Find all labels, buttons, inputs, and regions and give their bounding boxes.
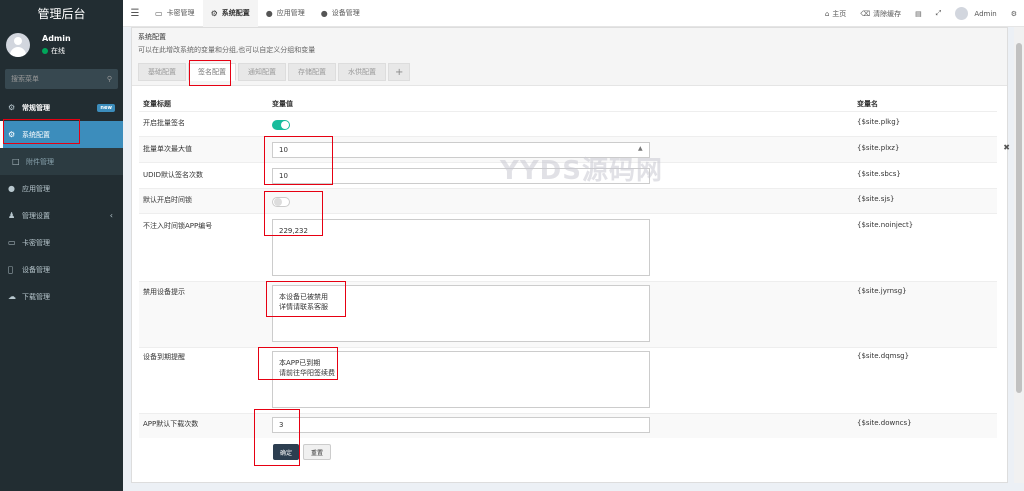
sidebar-item-cards[interactable]: ▭ 卡密管理: [0, 229, 123, 256]
tab-system-config[interactable]: ⚙ 系统配置: [202, 0, 258, 27]
users-icon: ♟: [8, 211, 16, 220]
row-var: {$site.plkg}: [857, 118, 901, 126]
card-icon: ▭: [155, 8, 163, 18]
row-label: 设备到期提醒: [143, 353, 185, 361]
highlight-box: [264, 191, 323, 236]
row-label: UDID默认签名次数: [143, 171, 203, 179]
highlight-box: [189, 60, 231, 86]
card-icon: ▭: [8, 238, 16, 247]
cloud-download-icon: ☁: [8, 292, 16, 301]
gear-icon: ⚙: [210, 8, 218, 18]
tab-water-config[interactable]: 水供配置: [338, 63, 386, 81]
fullscreen-icon[interactable]: ⤢: [929, 9, 949, 18]
scrollbar-thumb[interactable]: [1016, 43, 1022, 393]
user-status: 在线: [42, 46, 71, 56]
menu-search-input[interactable]: 搜索菜单 ⚲: [5, 69, 118, 89]
tab-storage-config[interactable]: 存储配置: [288, 63, 336, 81]
translate-icon[interactable]: ▤: [908, 10, 929, 18]
panel-header: 系统配置 可以在此增改系统的变量和分组,也可以自定义分组和变量 基础配置 签名配…: [132, 28, 1007, 86]
menu-toggle-icon[interactable]: ☰: [123, 8, 147, 19]
avatar: [955, 7, 969, 20]
batch-sign-toggle[interactable]: [272, 120, 290, 130]
tab-devices[interactable]: ● 设备管理: [313, 0, 368, 27]
home-link[interactable]: ⌂ 主页: [818, 9, 853, 19]
home-icon: ⌂: [824, 9, 830, 18]
scrollbar[interactable]: [1014, 27, 1024, 483]
settings-gear-icon[interactable]: ⚙: [1004, 10, 1024, 18]
highlight-box: [258, 347, 338, 380]
tab-apps[interactable]: ● 应用管理: [258, 0, 313, 27]
watermark: YYDS源码网: [500, 156, 663, 186]
no-inject-app-textarea[interactable]: 229,232: [272, 219, 650, 276]
highlight-box: [3, 119, 80, 144]
row-var: {$site.downcs}: [857, 419, 912, 427]
highlight-box: [266, 281, 346, 317]
header-title: 变量标题: [143, 100, 171, 108]
sidebar-item-admin-settings[interactable]: ♟ 管理设置 ‹: [0, 202, 123, 229]
online-dot-icon: [42, 48, 48, 54]
highlight-box: [264, 136, 333, 185]
delete-icon[interactable]: ✖: [1003, 143, 1010, 152]
tab-cards[interactable]: ▭ 卡密管理: [147, 0, 203, 27]
new-badge: new: [97, 103, 115, 112]
download-count-input[interactable]: 3: [272, 417, 650, 433]
row-var: {$site.noinject}: [857, 221, 914, 229]
cogs-icon: ⚙: [8, 103, 16, 112]
config-tabs: 基础配置 签名配置 通知配置 存储配置 水供配置 +: [138, 63, 1001, 81]
search-icon[interactable]: ⚲: [107, 75, 112, 83]
row-label: APP默认下载次数: [143, 420, 199, 428]
app-title: 管理后台: [0, 0, 123, 27]
row-label: 开启批量签名: [143, 119, 185, 127]
panel-title: 系统配置: [138, 33, 166, 41]
tab-basic-config[interactable]: 基础配置: [138, 63, 186, 81]
apple-icon: : [8, 265, 18, 274]
highlight-box: [254, 409, 300, 466]
circle-icon: ●: [265, 8, 273, 18]
header-name: 变量名: [857, 100, 878, 108]
row-label: 不注入时间锁APP编号: [143, 222, 213, 230]
row-label: 默认开启时间锁: [143, 196, 192, 204]
reset-button[interactable]: 重置: [303, 444, 332, 460]
clear-cache-button[interactable]: ⌫ 清除缓存: [853, 9, 908, 19]
row-var: {$site.dqmsg}: [857, 352, 910, 360]
tab-notify-config[interactable]: 通知配置: [238, 63, 286, 81]
user-name: Admin: [42, 34, 71, 43]
file-icon: □: [12, 157, 20, 166]
row-var: {$site.plxz}: [857, 144, 900, 152]
row-var: {$site.jyrnsg}: [857, 287, 907, 295]
row-var: {$site.sjs}: [857, 195, 895, 203]
row-var: {$site.sbcs}: [857, 170, 901, 178]
chevron-left-icon: ‹: [109, 211, 113, 220]
row-label: 禁用设备提示: [143, 288, 185, 296]
avatar: [6, 33, 30, 57]
sidebar: 管理后台 Admin 在线 搜索菜单 ⚲ ⚙ 常规管理 new ⚙ 系统配置 □…: [0, 0, 123, 491]
row-label: 批量单次最大值: [143, 145, 192, 153]
header-value: 变量值: [272, 100, 293, 108]
sidebar-item-downloads[interactable]: ☁ 下载管理: [0, 283, 123, 310]
sidebar-item-general[interactable]: ⚙ 常规管理 new: [0, 94, 123, 121]
trash-icon: ⌫: [860, 9, 871, 18]
sidebar-item-attachments[interactable]: □ 附件管理: [0, 148, 123, 175]
sidebar-item-apps[interactable]: ● 应用管理: [0, 175, 123, 202]
panel-description: 可以在此增改系统的变量和分组,也可以自定义分组和变量: [138, 46, 316, 54]
top-navbar: ☰ ▭ 卡密管理 ⚙ 系统配置 ● 应用管理 ● 设备管理 ⌂ 主页 ⌫ 清除缓…: [123, 0, 1024, 27]
user-menu[interactable]: Admin: [948, 7, 1003, 20]
user-panel: Admin 在线: [0, 27, 123, 63]
top-right-actions: ⌂ 主页 ⌫ 清除缓存 ▤ ⤢ Admin ⚙: [818, 0, 1024, 27]
circle-icon: ●: [8, 184, 15, 193]
add-tab-button[interactable]: +: [388, 63, 411, 81]
apple-icon: ●: [320, 8, 328, 18]
sidebar-item-devices[interactable]:  设备管理: [0, 256, 123, 283]
